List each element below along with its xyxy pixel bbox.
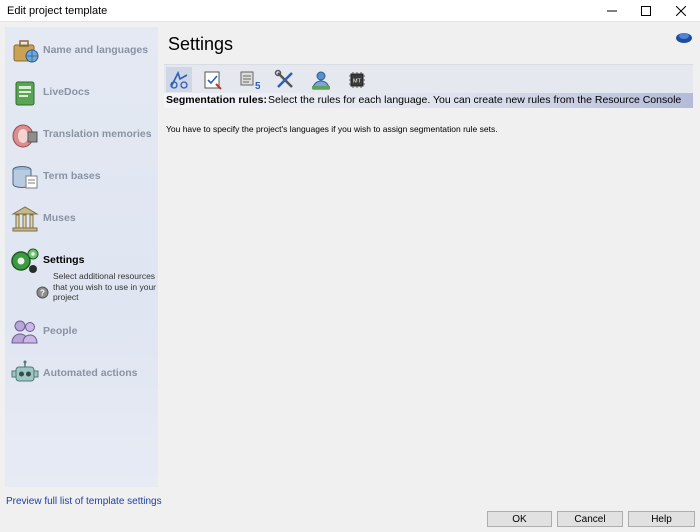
svg-text:?: ?: [40, 289, 45, 298]
sidebar-item-translation-memories[interactable]: Translation memories: [5, 116, 158, 152]
close-icon: [676, 6, 686, 16]
people-icon: [11, 320, 38, 344]
settings-gears-icon: [11, 248, 39, 273]
tool-qa-settings[interactable]: [200, 67, 226, 92]
sidebar-item-livedocs[interactable]: LiveDocs: [5, 74, 158, 110]
maximize-button[interactable]: [629, 0, 663, 22]
segmentation-rules-description: Select the rules for each language. You …: [268, 94, 682, 106]
term-base-icon: [12, 166, 38, 189]
tool-font-settings[interactable]: 5: [236, 67, 262, 92]
tool-lqa-person[interactable]: [308, 67, 334, 92]
tool-segmentation-rules[interactable]: [166, 67, 192, 92]
sidebar-item-label: People: [43, 325, 78, 337]
sidebar-item-automated-actions[interactable]: Automated actions: [5, 355, 158, 391]
robot-icon: [11, 360, 39, 382]
sidebar-item-label: Settings: [43, 254, 85, 266]
livedocs-book-icon: [15, 81, 35, 106]
sidebar-item-muses[interactable]: Muses: [5, 200, 158, 236]
sidebar-item-name-and-languages[interactable]: Name and languages: [5, 32, 158, 68]
settings-toolbar: 5 MT: [164, 64, 693, 93]
app-logo-icon: [676, 33, 692, 43]
sidebar-item-people[interactable]: People: [5, 313, 158, 349]
sidebar-item-label: Muses: [43, 212, 76, 224]
sidebar: Name and languages LiveDocs Translation …: [5, 27, 158, 487]
settings-description: Select additional resources that you wis…: [53, 271, 157, 302]
minimize-icon: [607, 10, 617, 12]
help-button[interactable]: Help: [628, 511, 695, 527]
tool-tools[interactable]: [272, 67, 298, 92]
tool-machine-translation[interactable]: MT: [344, 67, 370, 92]
window-title: Edit project template: [7, 5, 108, 17]
sidebar-item-label: Automated actions: [43, 367, 138, 379]
segmentation-rules-icon: [170, 70, 188, 89]
minimize-button[interactable]: [595, 0, 629, 22]
sidebar-item-label: LiveDocs: [43, 86, 90, 98]
maximize-icon: [641, 6, 651, 16]
svg-text:MT: MT: [353, 78, 362, 84]
help-question-icon[interactable]: ?: [36, 286, 49, 299]
sidebar-item-label: Translation memories: [43, 128, 152, 140]
suitcase-globe-icon: [13, 40, 39, 63]
window-titlebar: Edit project template: [0, 0, 700, 22]
page-title: Settings: [168, 34, 234, 54]
translation-memory-icon: [12, 124, 38, 148]
segmentation-rules-header: Segmentation rules: Select the rules for…: [164, 93, 693, 108]
qa-settings-icon: [204, 71, 222, 90]
svg-text:5: 5: [255, 81, 260, 91]
sidebar-item-label: Name and languages: [43, 44, 149, 56]
close-button[interactable]: [664, 0, 698, 22]
preview-template-settings-link[interactable]: Preview full list of template settings: [6, 496, 162, 507]
ok-button[interactable]: OK: [487, 511, 552, 527]
muse-temple-icon: [11, 206, 39, 232]
tools-icon: [274, 69, 293, 88]
cancel-button[interactable]: Cancel: [557, 511, 623, 527]
mt-chip-icon: MT: [349, 71, 365, 88]
sidebar-item-term-bases[interactable]: Term bases: [5, 158, 158, 194]
languages-required-message: You have to specify the project's langua…: [166, 124, 498, 134]
font-settings-icon: 5: [240, 71, 260, 91]
lqa-person-icon: [312, 71, 330, 89]
sidebar-item-label: Term bases: [43, 170, 101, 182]
segmentation-rules-label: Segmentation rules:: [166, 94, 267, 106]
